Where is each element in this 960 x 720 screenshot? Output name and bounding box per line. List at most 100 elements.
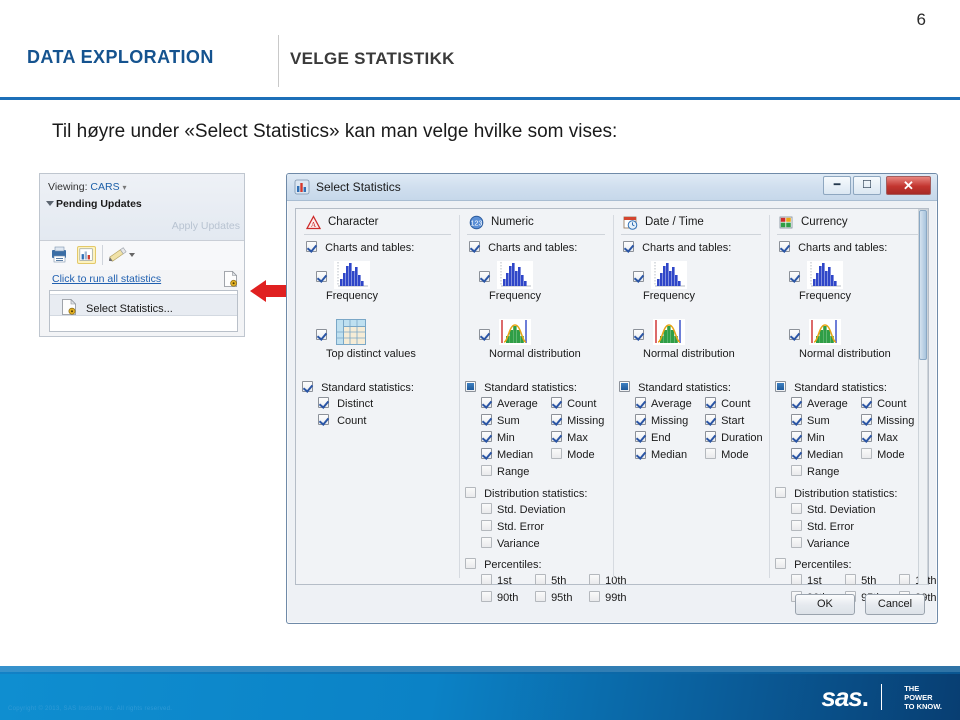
variance-checkbox[interactable] (481, 537, 492, 548)
mode-checkbox[interactable] (861, 448, 873, 459)
stat-item[interactable]: Std. Error (459, 520, 613, 537)
median-checkbox[interactable] (791, 448, 802, 459)
chart-icon[interactable] (77, 246, 96, 264)
stat-item[interactable]: Start (705, 414, 744, 427)
dialog-titlebar[interactable]: Select Statistics ━ ☐ ✕ (287, 174, 937, 201)
stat-item[interactable]: Distinct (296, 397, 459, 414)
stat-item[interactable]: Std. Deviation (769, 503, 929, 520)
frequency-checkbox[interactable] (789, 271, 800, 282)
stat-item[interactable]: Sum (791, 414, 858, 427)
stat-item[interactable]: Min (791, 431, 858, 444)
std-error-checkbox[interactable] (791, 520, 802, 531)
frequency-checkbox[interactable] (316, 271, 327, 282)
variance-checkbox[interactable] (791, 537, 802, 548)
stat-item[interactable]: Range (791, 465, 858, 478)
stat-item[interactable]: Variance (769, 537, 929, 554)
maximize-icon[interactable]: ☐ (853, 176, 881, 195)
stat-item[interactable]: Count (705, 397, 750, 410)
frequency-checkbox[interactable] (633, 271, 644, 282)
p5th-checkbox[interactable] (535, 574, 547, 585)
charts-and-tables-row[interactable]: Charts and tables: (613, 241, 769, 257)
chart-option-normal-distribution[interactable]: Normal distribution (459, 319, 613, 363)
distribution-statistics-row[interactable]: Distribution statistics: (459, 487, 613, 503)
distribution-statistics-checkbox[interactable] (465, 487, 476, 498)
p10th-checkbox[interactable] (899, 574, 911, 585)
stat-item[interactable]: Median (791, 448, 858, 461)
stat-item[interactable]: Count (551, 397, 596, 410)
count-checkbox[interactable] (551, 397, 563, 408)
stat-item[interactable]: Mode (551, 448, 595, 461)
stat-item[interactable]: Count (296, 414, 459, 431)
p95th-checkbox[interactable] (535, 591, 547, 602)
percentile-item[interactable]: 1st (791, 574, 842, 587)
count-checkbox[interactable] (318, 414, 329, 425)
stat-item[interactable]: Average (481, 397, 548, 410)
stat-item[interactable]: Range (481, 465, 548, 478)
document-icon[interactable] (224, 271, 237, 287)
charts-and-tables-checkbox[interactable] (306, 241, 317, 252)
std-deviation-checkbox[interactable] (791, 503, 802, 514)
top-distinct-values-checkbox[interactable] (316, 329, 327, 340)
average-checkbox[interactable] (635, 397, 646, 408)
stat-item[interactable]: Max (861, 431, 898, 444)
pencil-dropdown-icon[interactable] (129, 253, 135, 257)
median-checkbox[interactable] (481, 448, 492, 459)
end-checkbox[interactable] (635, 431, 646, 442)
charts-and-tables-row[interactable]: Charts and tables: (459, 241, 613, 257)
p1st-checkbox[interactable] (481, 574, 492, 585)
charts-and-tables-row[interactable]: Charts and tables: (769, 241, 929, 257)
p5th-checkbox[interactable] (845, 574, 857, 585)
charts-and-tables-checkbox[interactable] (623, 241, 634, 252)
stat-item[interactable]: Average (635, 397, 702, 410)
normal-distribution-checkbox[interactable] (789, 329, 800, 340)
stat-item[interactable]: Missing (861, 414, 914, 427)
stat-item[interactable]: Min (481, 431, 548, 444)
percentiles-checkbox[interactable] (775, 558, 786, 569)
percentile-item[interactable]: 90th (481, 591, 532, 604)
chart-option-frequency[interactable]: Frequency (769, 261, 929, 305)
percentile-item[interactable]: 95th (535, 591, 586, 604)
chart-option-frequency[interactable]: Frequency (459, 261, 613, 305)
standard-statistics-checkbox[interactable] (619, 381, 630, 392)
charts-and-tables-row[interactable]: Charts and tables: (296, 241, 459, 257)
standard-statistics-checkbox[interactable] (465, 381, 476, 392)
stat-item[interactable]: Std. Deviation (459, 503, 613, 520)
standard-statistics-row[interactable]: Standard statistics: (613, 381, 769, 397)
print-icon[interactable] (50, 246, 69, 264)
missing-checkbox[interactable] (861, 414, 873, 425)
normal-distribution-checkbox[interactable] (633, 329, 644, 340)
menu-item-select-statistics[interactable]: Select Statistics... (50, 294, 237, 316)
stat-item[interactable]: Max (551, 431, 588, 444)
count-checkbox[interactable] (861, 397, 873, 408)
count-checkbox[interactable] (705, 397, 717, 408)
standard-statistics-row[interactable]: Standard statistics: (296, 381, 459, 397)
p90th-checkbox[interactable] (481, 591, 492, 602)
run-all-statistics-link[interactable]: Click to run all statistics (52, 273, 161, 285)
stat-item[interactable]: Mode (705, 448, 749, 461)
stat-item[interactable]: Std. Error (769, 520, 929, 537)
standard-statistics-row[interactable]: Standard statistics: (459, 381, 613, 397)
sum-checkbox[interactable] (791, 414, 802, 425)
minimize-icon[interactable]: ━ (823, 176, 851, 195)
chart-option-frequency[interactable]: Frequency (613, 261, 769, 305)
viewing-value[interactable]: CARS (90, 181, 119, 193)
cancel-button[interactable]: Cancel (865, 594, 925, 615)
mode-checkbox[interactable] (705, 448, 717, 459)
distinct-checkbox[interactable] (318, 397, 329, 408)
start-checkbox[interactable] (705, 414, 717, 425)
range-checkbox[interactable] (791, 465, 802, 476)
min-checkbox[interactable] (481, 431, 492, 442)
max-checkbox[interactable] (861, 431, 873, 442)
missing-checkbox[interactable] (551, 414, 563, 425)
dialog-scrollbar[interactable] (918, 209, 928, 585)
distribution-statistics-row[interactable]: Distribution statistics: (769, 487, 929, 503)
median-checkbox[interactable] (635, 448, 646, 459)
sum-checkbox[interactable] (481, 414, 492, 425)
mode-checkbox[interactable] (551, 448, 563, 459)
range-checkbox[interactable] (481, 465, 492, 476)
frequency-checkbox[interactable] (479, 271, 490, 282)
std-deviation-checkbox[interactable] (481, 503, 492, 514)
p99th-checkbox[interactable] (589, 591, 601, 602)
charts-and-tables-checkbox[interactable] (779, 241, 790, 252)
chart-option-normal-distribution[interactable]: Normal distribution (613, 319, 769, 363)
